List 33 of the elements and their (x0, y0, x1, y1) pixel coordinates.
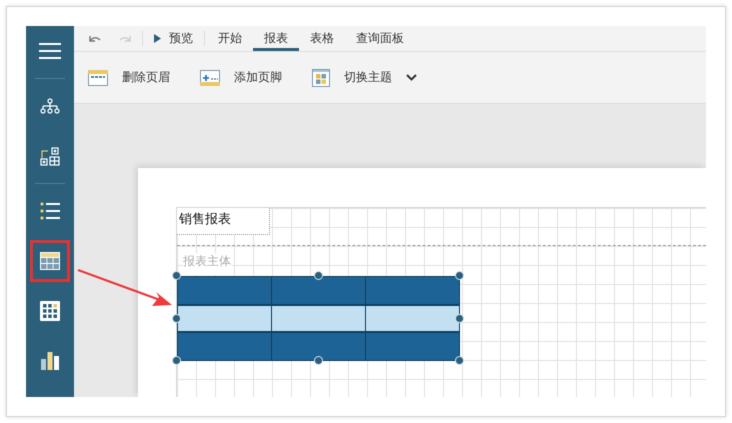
resize-handle[interactable] (455, 356, 464, 365)
bar-chart-icon (41, 352, 59, 370)
remove-header-button[interactable]: 删除页眉 (88, 65, 178, 90)
grid-icon (40, 301, 60, 321)
play-icon (154, 34, 161, 43)
tab[interactable]: 开始 (207, 26, 253, 51)
list-icon (40, 202, 60, 220)
preview-button[interactable]: 预览 (145, 26, 202, 51)
tab[interactable]: 查询面板 (345, 26, 415, 51)
resize-handle[interactable] (172, 271, 181, 280)
menu-icon (39, 42, 61, 60)
grid-add-icon (40, 146, 60, 166)
header-icon (88, 70, 108, 86)
resize-handle[interactable] (455, 271, 464, 280)
button-label: 添加页脚 (234, 69, 282, 86)
resize-handle[interactable] (172, 314, 181, 322)
add-footer-button[interactable]: 添加页脚 (200, 65, 290, 90)
resize-handle[interactable] (314, 271, 322, 280)
table-icon (40, 252, 60, 270)
button-label: 删除页眉 (122, 69, 170, 86)
hierarchy-icon (40, 98, 60, 114)
section-label: 报表主体 (183, 253, 231, 275)
button-label: 切换主题 (344, 69, 392, 86)
redo-icon (119, 34, 131, 42)
tab[interactable]: 表格 (299, 26, 345, 51)
footer-add-icon (200, 70, 220, 86)
table-widget[interactable] (177, 276, 460, 361)
theme-icon (312, 68, 330, 86)
undo-icon (89, 34, 101, 42)
theme-button[interactable]: 切换主题 (312, 64, 425, 90)
report-title-textbox[interactable]: 销售报表 (177, 208, 270, 235)
preview-label: 预览 (169, 30, 193, 47)
resize-handle[interactable] (172, 356, 181, 365)
